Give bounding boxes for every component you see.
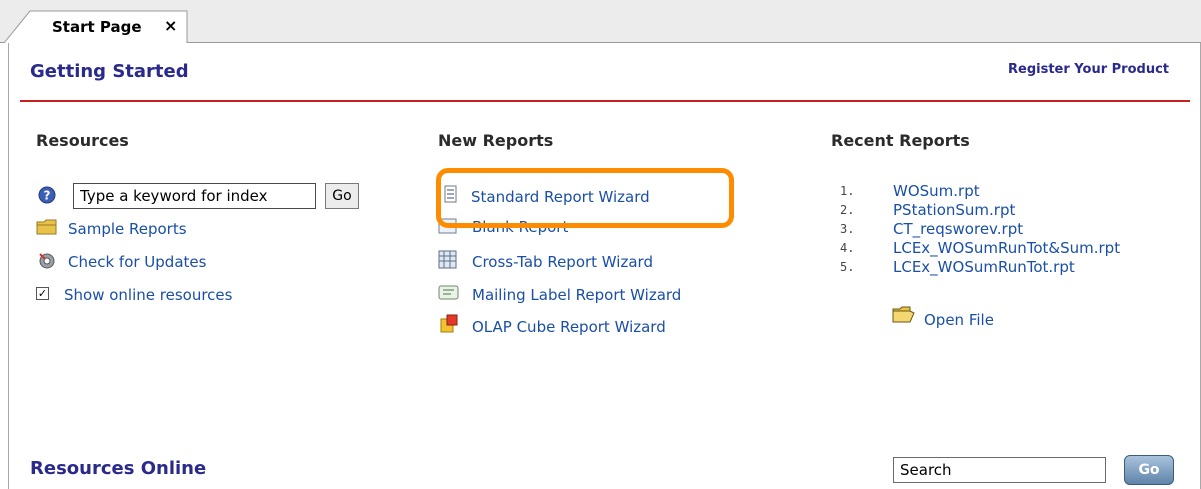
resources-title: Resources [36, 131, 129, 150]
check-updates-link[interactable]: Check for Updates [68, 253, 206, 271]
recent-reports-title: Recent Reports [831, 131, 970, 150]
list-item: 2. PStationSum.rpt [840, 200, 1120, 219]
resources-online-title: Resources Online [30, 458, 207, 479]
olap-cube-icon [440, 314, 458, 333]
blank-report-link[interactable]: Blank Report [472, 218, 568, 236]
olap-cube-report-wizard-link[interactable]: OLAP Cube Report Wizard [472, 318, 666, 336]
recent-reports-list: 1. WOSum.rpt 2. PStationSum.rpt 3. CT_re… [840, 181, 1120, 276]
close-icon[interactable]: × [164, 17, 177, 35]
recent-report-link[interactable]: CT_reqsworev.rpt [893, 220, 1023, 238]
list-item: 1. WOSum.rpt [840, 181, 1120, 200]
recent-report-link[interactable]: PStationSum.rpt [893, 201, 1015, 219]
show-online-resources-link[interactable]: Show online resources [64, 286, 232, 304]
header-divider [20, 100, 1190, 102]
list-number: 1. [840, 183, 855, 198]
svg-text:?: ? [44, 189, 51, 203]
tab-strip: Start Page × [0, 0, 1201, 43]
update-icon [39, 253, 55, 269]
blank-report-icon [438, 218, 457, 234]
open-file-link[interactable]: Open File [924, 311, 994, 329]
folder-icon [36, 219, 57, 235]
recent-report-link[interactable]: WOSum.rpt [893, 182, 980, 200]
sample-reports-link[interactable]: Sample Reports [68, 220, 187, 238]
recent-report-link[interactable]: LCEx_WOSumRunTot&Sum.rpt [893, 239, 1120, 257]
list-number: 2. [840, 202, 855, 217]
help-icon[interactable]: ? [38, 186, 56, 204]
standard-report-wizard-link[interactable]: Standard Report Wizard [471, 188, 650, 206]
register-product-link[interactable]: Register Your Product [1008, 62, 1169, 77]
search-go-button[interactable]: Go [1124, 455, 1174, 485]
recent-report-link[interactable]: LCEx_WOSumRunTot.rpt [893, 258, 1075, 276]
list-item: 4. LCEx_WOSumRunTot&Sum.rpt [840, 238, 1120, 257]
list-number: 5. [840, 259, 855, 274]
mailing-label-report-wizard-link[interactable]: Mailing Label Report Wizard [472, 286, 681, 304]
tab-label: Start Page [52, 18, 142, 36]
mailing-label-icon [438, 285, 459, 300]
index-search-input[interactable] [73, 183, 316, 209]
new-reports-title: New Reports [438, 131, 554, 150]
page-title: Getting Started [30, 61, 189, 82]
tab-start-page[interactable]: Start Page × [4, 10, 188, 43]
search-input[interactable] [893, 457, 1106, 483]
show-online-checkbox[interactable]: ✓ [36, 287, 49, 300]
cross-tab-icon [438, 250, 457, 269]
index-go-button[interactable]: Go [325, 183, 359, 209]
list-item: 3. CT_reqsworev.rpt [840, 219, 1120, 238]
cross-tab-report-wizard-link[interactable]: Cross-Tab Report Wizard [472, 253, 653, 271]
list-number: 4. [840, 240, 855, 255]
list-number: 3. [840, 221, 855, 236]
standard-report-icon [444, 185, 457, 203]
list-item: 5. LCEx_WOSumRunTot.rpt [840, 257, 1120, 276]
open-folder-icon [892, 306, 915, 323]
